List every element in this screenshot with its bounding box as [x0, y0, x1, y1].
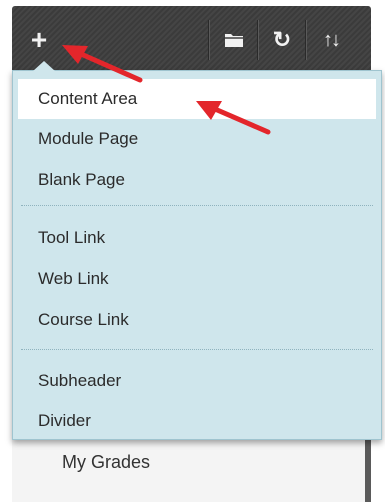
- plus-icon: +: [30, 24, 48, 55]
- menu-item-subheader[interactable]: Subheader: [13, 361, 381, 401]
- reorder-button[interactable]: ↑↓: [308, 20, 354, 60]
- menu-item-module-page[interactable]: Module Page: [13, 119, 381, 159]
- course-menu-toolbar: + ↻ ↑↓: [12, 6, 371, 70]
- refresh-button[interactable]: ↻: [260, 20, 304, 60]
- menu-item-divider[interactable]: Divider: [13, 401, 381, 441]
- toolbar-divider: [305, 20, 306, 60]
- folder-view-button[interactable]: [212, 20, 256, 60]
- menu-item-content-area[interactable]: Content Area: [18, 79, 376, 119]
- add-menu-dropdown: Content Area Module Page Blank Page Tool…: [12, 61, 382, 441]
- refresh-icon: ↻: [272, 27, 292, 52]
- menu-item-course-link[interactable]: Course Link: [13, 300, 381, 340]
- dropdown-caret: [33, 61, 55, 71]
- toolbar-divider: [208, 20, 209, 60]
- menu-divider: [21, 349, 373, 350]
- menu-divider: [21, 205, 373, 206]
- menu-item-blank-page[interactable]: Blank Page: [13, 160, 381, 200]
- toolbar-divider: [257, 20, 258, 60]
- folder-icon: [225, 34, 243, 47]
- menu-item-web-link[interactable]: Web Link: [13, 259, 381, 299]
- sort-icon: ↑↓: [323, 28, 341, 51]
- add-menu-item-button[interactable]: +: [18, 20, 60, 60]
- sidebar-item-my-grades[interactable]: My Grades: [62, 452, 150, 473]
- menu-item-tool-link[interactable]: Tool Link: [13, 218, 381, 258]
